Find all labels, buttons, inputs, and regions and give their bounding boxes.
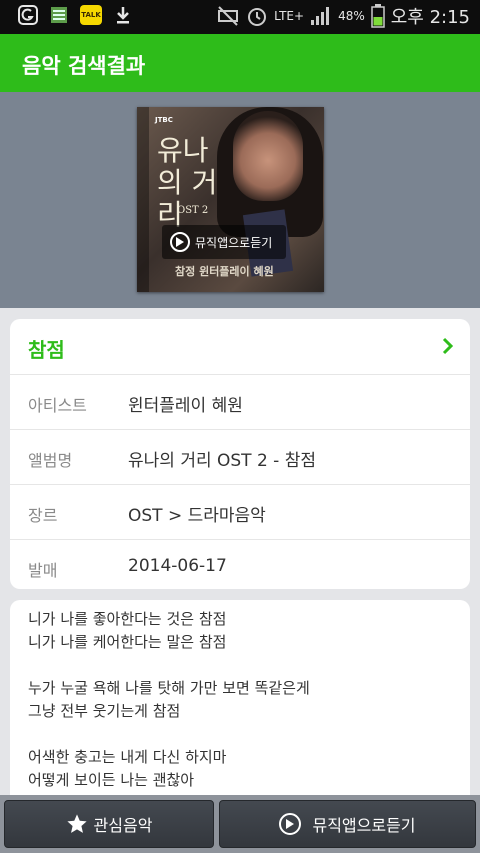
artist-value: 윈터플레이 혜원 [128, 396, 243, 416]
lyrics-line [28, 723, 310, 746]
artist-row: 아티스트 윈터플레이 혜원 [10, 375, 470, 430]
battery-icon [370, 4, 385, 28]
bottom-action-bar: 관심음악 뮤직앱으로듣기 [0, 795, 480, 853]
album-cover[interactable]: JTBC 유나의 거리 OST 2 참정 윈터플레이 혜원 [137, 107, 324, 292]
lyrics-line: 어떻게 보이든 나는 괜찮아 [28, 771, 195, 789]
listen-button-label: 뮤직앱으로듣기 [312, 816, 416, 835]
listen-in-music-app-button[interactable]: 뮤직앱으로듣기 [219, 800, 476, 848]
lyrics-line: 니가 나를 케어한다는 말은 참점 [28, 633, 227, 651]
cover-network-logo: JTBC [155, 116, 173, 124]
star-icon [66, 814, 87, 833]
chevron-right-icon [442, 337, 454, 355]
release-value: 2014-06-17 [128, 556, 227, 576]
mute-icon [218, 6, 239, 26]
lyrics-text: 니가 나를 좋아한다는 것은 참점 니가 나를 케어한다는 말은 참점 누가 누… [28, 608, 310, 792]
listen-overlay-label: 뮤직앱으로듣기 [195, 235, 273, 250]
lyrics-line [28, 654, 310, 677]
song-title-row[interactable]: 참점 [10, 319, 470, 375]
network-type: LTE+ [274, 9, 305, 23]
notification-icons: TALK [18, 5, 132, 25]
title-bar: 음악 검색결과 [0, 34, 480, 92]
cover-subtitle: OST 2 [177, 205, 209, 216]
cover-figure-face [233, 111, 303, 201]
signal-icon [311, 7, 330, 25]
alarm-icon [248, 8, 267, 26]
genre-value: OST > 드라마음악 [128, 506, 266, 526]
cover-spine [137, 107, 149, 292]
listen-in-music-app-overlay-button[interactable]: 뮤직앱으로듣기 [162, 225, 286, 259]
album-name-value: 유나의 거리 OST 2 - 참점 [128, 451, 317, 471]
app-icon [18, 5, 38, 25]
artist-label: 아티스트 [28, 396, 87, 415]
album-section: JTBC 유나의 거리 OST 2 참정 윈터플레이 혜원 뮤직앱으로듣기 [0, 92, 480, 308]
song-title: 참점 [28, 338, 65, 362]
genre-label: 장르 [28, 506, 58, 525]
song-info-card: 참점 아티스트 윈터플레이 혜원 앨범명 유나의 거리 OST 2 - 참점 장… [10, 319, 470, 589]
lyrics-line: 니가 나를 좋아한다는 것은 참점 [28, 610, 227, 628]
lyrics-line: 어색한 충고는 내게 다신 하지마 [28, 748, 227, 766]
favorite-music-button[interactable]: 관심음악 [4, 800, 214, 848]
cover-credit: 참정 윈터플레이 혜원 [175, 265, 274, 278]
kakaotalk-icon: TALK [80, 5, 102, 25]
play-icon [279, 813, 302, 835]
genre-row: 장르 OST > 드라마음악 [10, 485, 470, 540]
system-indicators: LTE+ 48% 오후 2:15 [216, 3, 470, 29]
page-title: 음악 검색결과 [22, 54, 146, 78]
clock: 오후 2:15 [390, 7, 470, 28]
release-row: 발매 2014-06-17 [10, 540, 470, 594]
album-name-label: 앨범명 [28, 451, 73, 470]
favorite-music-label: 관심음악 [93, 816, 153, 835]
play-icon [170, 232, 190, 252]
release-label: 발매 [28, 561, 58, 580]
download-icon [117, 7, 129, 24]
battery-percent: 48% [338, 9, 365, 23]
album-name-row: 앨범명 유나의 거리 OST 2 - 참점 [10, 430, 470, 485]
lyrics-line: 그냥 전부 웃기는게 참점 [28, 702, 181, 720]
lyrics-line: 누가 누굴 욕해 나를 탓해 가만 보면 똑같은게 [28, 679, 310, 697]
status-bar: TALK LTE+ 48% 오후 2:15 [0, 0, 480, 34]
list-app-icon [51, 7, 67, 23]
cover-title: 유나의 거리 [157, 134, 218, 231]
